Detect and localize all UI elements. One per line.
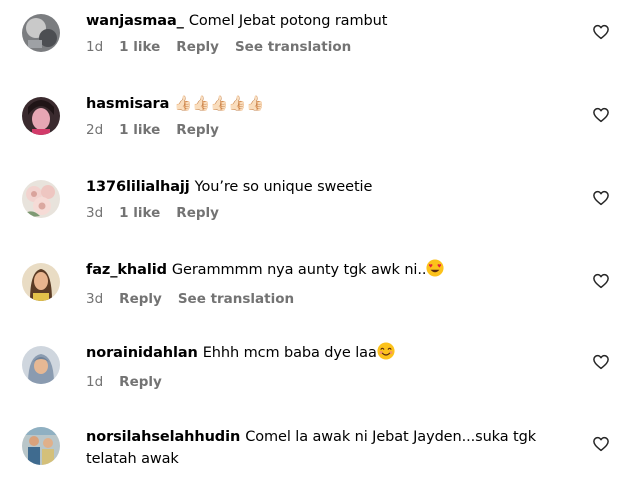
heart-outline-icon[interactable] [592,435,610,453]
comment-username[interactable]: faz_khalid [86,262,167,278]
reply-button[interactable]: Reply [176,205,219,221]
heart-outline-icon[interactable] [592,106,610,124]
avatar[interactable] [22,346,60,384]
comment-username[interactable]: norainidahlan [86,345,198,361]
avatar[interactable] [22,180,60,218]
comment-time[interactable]: 3d [86,205,103,221]
comment-time[interactable]: 1d [86,374,103,390]
comment-time[interactable]: 3d [86,291,103,307]
like-count[interactable]: 1 like [119,122,160,138]
reply-button[interactable]: Reply [176,122,219,138]
comment-username[interactable]: hasmisara [86,96,169,112]
smiling-face-emoji [377,342,395,367]
reply-button[interactable]: Reply [176,39,219,55]
comment-time[interactable]: 2d [86,122,103,138]
like-count[interactable]: 1 like [119,39,160,55]
heart-outline-icon[interactable] [592,353,610,371]
avatar[interactable] [22,263,60,301]
see-translation-button[interactable]: See translation [178,291,294,307]
see-translation-button[interactable]: See translation [235,39,351,55]
comment-username[interactable]: norsilahselahhudin [86,429,240,445]
comment-text: You’re so unique sweetie [194,179,373,195]
comment-username[interactable]: wanjasmaa_ [86,13,184,29]
like-count[interactable]: 1 like [119,205,160,221]
comment-text: 👍🏻👍🏻👍🏻👍🏻👍🏻 [174,96,265,112]
heart-outline-icon[interactable] [592,272,610,290]
comment-username[interactable]: 1376lilialhajj [86,179,190,195]
reply-button[interactable]: Reply [119,374,162,390]
avatar[interactable] [22,427,60,465]
comment-text: Comel Jebat potong rambut [188,13,388,29]
comment-text: Ehhh mcm baba dye laa [202,345,377,361]
heart-outline-icon[interactable] [592,189,610,207]
heart-outline-icon[interactable] [592,23,610,41]
heart-eyes-emoji [426,259,444,284]
reply-button[interactable]: Reply [119,291,162,307]
comment-text: Gerammmm nya aunty tgk awk ni.. [171,262,427,278]
avatar[interactable] [22,97,60,135]
comment-time[interactable]: 1d [86,39,103,55]
avatar[interactable] [22,14,60,52]
